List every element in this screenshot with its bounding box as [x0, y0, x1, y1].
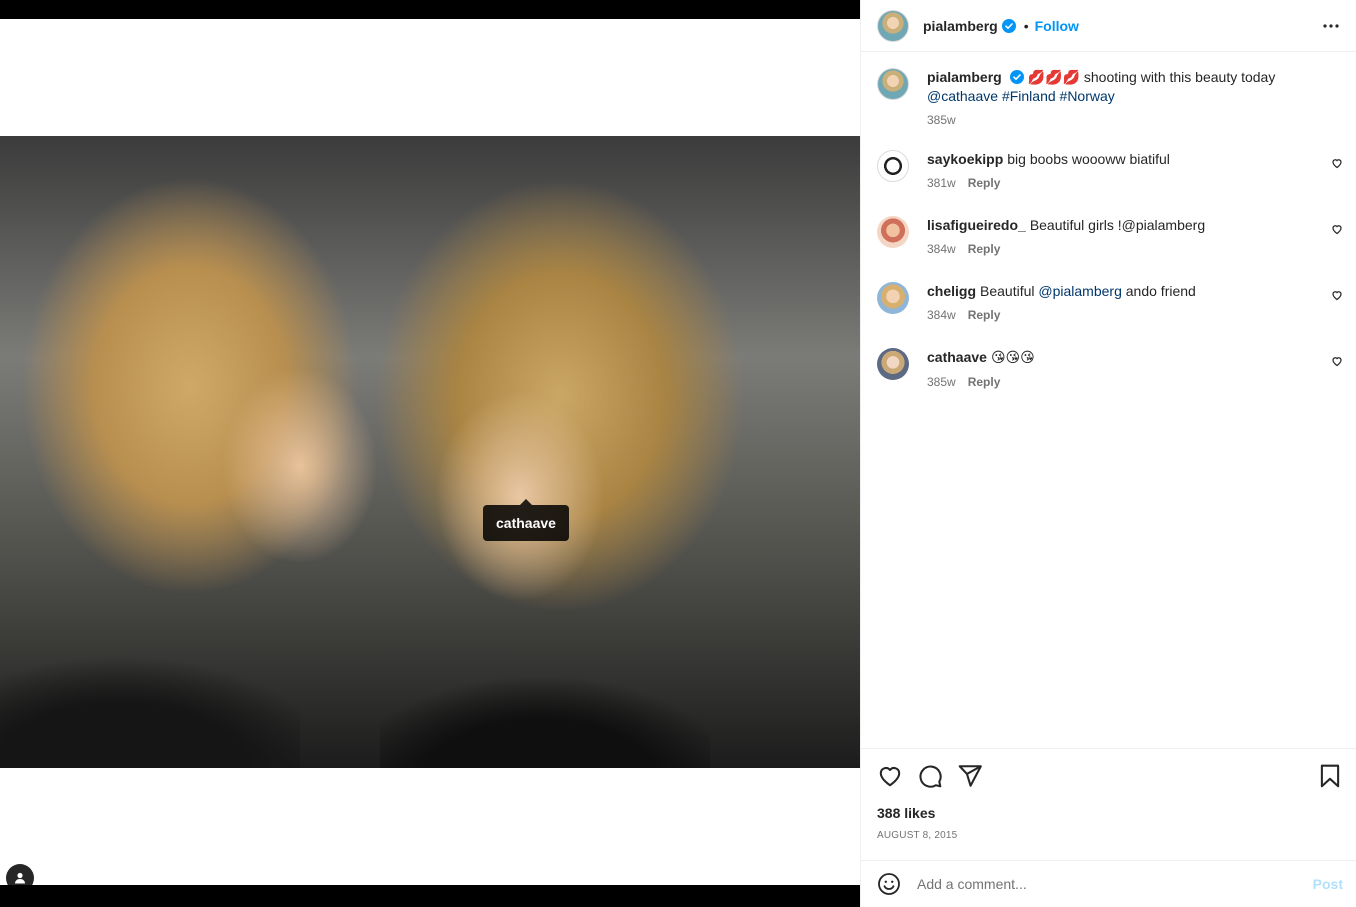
- verified-badge-icon: [1001, 18, 1016, 33]
- commenter-username[interactable]: cheligg: [927, 283, 976, 299]
- caption-body: pialamberg 💋💋💋 shooting with this beauty …: [927, 68, 1345, 127]
- caption-text: pialamberg 💋💋💋 shooting with this beauty …: [927, 68, 1345, 105]
- comment-body: cheligg Beautiful @pialamberg ando friend…: [927, 282, 1345, 322]
- caption-timestamp: 385w: [927, 113, 956, 127]
- tagged-users-button[interactable]: [6, 864, 34, 885]
- caption-hashtag[interactable]: #Finland: [1002, 88, 1056, 104]
- reply-button[interactable]: Reply: [968, 375, 1001, 389]
- comment-timestamp: 381w: [927, 176, 956, 190]
- commenter-username[interactable]: saykoekipp: [927, 151, 1003, 167]
- more-options-icon[interactable]: [1321, 16, 1341, 36]
- media-viewer: cathaave: [0, 0, 860, 907]
- reply-button[interactable]: Reply: [968, 308, 1001, 322]
- share-icon[interactable]: [957, 763, 983, 789]
- photo-detail: [0, 636, 300, 768]
- commenter-username[interactable]: cathaave: [927, 349, 987, 365]
- caption-author-avatar[interactable]: [877, 68, 909, 100]
- verified-badge-icon: [1009, 70, 1024, 84]
- follow-button[interactable]: Follow: [1035, 18, 1079, 34]
- post-comment-button[interactable]: Post: [1313, 876, 1343, 892]
- commenter-avatar[interactable]: [877, 150, 909, 182]
- emoji-icon[interactable]: [877, 872, 901, 896]
- user-tag-icon: [15, 872, 25, 884]
- comment-text: cheligg Beautiful @pialamberg ando friend: [927, 282, 1345, 300]
- post-photo[interactable]: [0, 136, 860, 768]
- comment-item: cathaave 😘😘😘 385w Reply: [877, 348, 1345, 389]
- comment-item: cheligg Beautiful @pialamberg ando friend…: [877, 282, 1345, 322]
- like-count[interactable]: 388 likes: [877, 805, 935, 821]
- comment-input[interactable]: [917, 876, 1313, 892]
- comment-heart-icon[interactable]: [1331, 223, 1343, 235]
- caption-meta: 385w: [927, 113, 1345, 127]
- media-frame: cathaave: [0, 19, 860, 885]
- comment-mention[interactable]: @pialamberg: [1038, 283, 1121, 299]
- comment-icon[interactable]: [917, 763, 943, 789]
- comments-list[interactable]: pialamberg 💋💋💋 shooting with this beauty …: [861, 52, 1356, 748]
- comment-message: 😘😘😘: [990, 350, 1035, 366]
- comment-body: saykoekipp big boobs woooww biatiful 381w…: [927, 150, 1345, 190]
- commenter-username[interactable]: lisafigueiredo_: [927, 217, 1026, 233]
- caption-message: shooting with this beauty today: [1080, 69, 1276, 85]
- comment-meta: 384w Reply: [927, 308, 1345, 322]
- comment-text: cathaave 😘😘😘: [927, 348, 1345, 367]
- comment-message: big boobs woooww biatiful: [1007, 151, 1170, 167]
- comment-text: saykoekipp big boobs woooww biatiful: [927, 150, 1345, 168]
- caption-emojis: 💋💋💋: [1027, 70, 1080, 86]
- comment-timestamp: 384w: [927, 308, 956, 322]
- post-actions: 388 likes August 8, 2015: [861, 748, 1356, 860]
- author-avatar[interactable]: [877, 9, 909, 42]
- comment-text: lisafigueiredo_ Beautiful girls !@pialamb…: [927, 216, 1345, 234]
- comment-meta: 384w Reply: [927, 242, 1345, 256]
- heart-icon[interactable]: [877, 763, 903, 789]
- comment-body: lisafigueiredo_ Beautiful girls !@pialamb…: [927, 216, 1345, 256]
- commenter-avatar[interactable]: [877, 282, 909, 314]
- bookmark-icon[interactable]: [1317, 763, 1343, 789]
- caption-username[interactable]: pialamberg: [927, 69, 1002, 85]
- comment-message: ando friend: [1121, 283, 1196, 299]
- user-tag-tooltip[interactable]: cathaave: [483, 499, 569, 541]
- caption-hashtag[interactable]: #Norway: [1060, 88, 1115, 104]
- post-side-panel: pialamberg • Follow pialamberg 💋💋💋 shooti…: [860, 0, 1356, 907]
- commenter-avatar[interactable]: [877, 348, 909, 380]
- comment-body: cathaave 😘😘😘 385w Reply: [927, 348, 1345, 389]
- caption-mention[interactable]: @cathaave: [927, 88, 998, 104]
- comment-message: Beautiful girls !@pialamberg: [1029, 217, 1206, 233]
- photo-detail: [380, 656, 710, 768]
- add-comment-bar: Post: [861, 860, 1356, 907]
- comment-meta: 385w Reply: [927, 375, 1345, 389]
- commenter-avatar[interactable]: [877, 216, 909, 248]
- comment-meta: 381w Reply: [927, 176, 1345, 190]
- post-header: pialamberg • Follow: [861, 0, 1356, 52]
- post-date: August 8, 2015: [877, 830, 958, 841]
- comment-heart-icon[interactable]: [1331, 289, 1343, 301]
- reply-button[interactable]: Reply: [968, 176, 1001, 190]
- comment-item: saykoekipp big boobs woooww biatiful 381w…: [877, 150, 1345, 190]
- comment-timestamp: 384w: [927, 242, 956, 256]
- comment-item: lisafigueiredo_ Beautiful girls !@pialamb…: [877, 216, 1345, 256]
- separator-dot: •: [1023, 17, 1029, 34]
- author-username[interactable]: pialamberg: [923, 18, 998, 34]
- reply-button[interactable]: Reply: [968, 242, 1001, 256]
- post-caption: pialamberg 💋💋💋 shooting with this beauty …: [877, 68, 1345, 127]
- comment-heart-icon[interactable]: [1331, 157, 1343, 169]
- comment-heart-icon[interactable]: [1331, 355, 1343, 367]
- comment-message: Beautiful: [980, 283, 1039, 299]
- comment-timestamp: 385w: [927, 375, 956, 389]
